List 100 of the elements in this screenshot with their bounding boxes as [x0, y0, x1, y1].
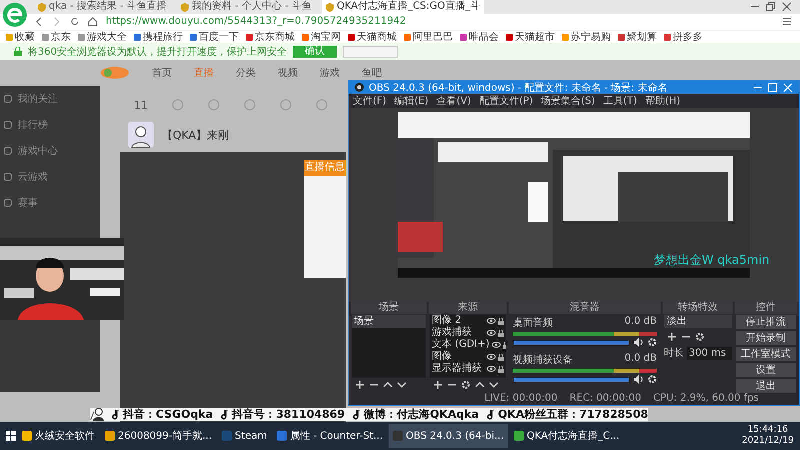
menu-item[interactable]: 帮助(H): [645, 94, 681, 108]
outline-icon: [4, 173, 12, 181]
bookmark-link[interactable]: 天猫超市: [506, 30, 555, 44]
address-field[interactable]: https://www.douyu.com/5544313?_r=0.7905724935211942: [106, 15, 774, 29]
status-text: CPU: 2.9%, 60.00 fps: [653, 393, 759, 404]
note-icon: [487, 410, 496, 420]
lock-icon: [498, 354, 504, 360]
menu-item[interactable]: 场景集合(S): [541, 94, 596, 108]
taskbar-item[interactable]: 火绒安全软件: [18, 424, 99, 448]
browser-tab[interactable]: qka - 搜索结果 - 斗鱼直播: [34, 0, 172, 14]
speaker-icon: [634, 375, 644, 384]
source-item[interactable]: 图像 2: [430, 315, 506, 327]
lock-icon: [498, 318, 504, 324]
settings-icon: [648, 338, 657, 347]
bookmark-link[interactable]: 淘宝网: [302, 30, 341, 44]
bookmark-link[interactable]: 天猫商城: [348, 30, 397, 44]
menu-item[interactable]: 查看(V): [436, 94, 472, 108]
duration-label: 时长: [664, 346, 684, 360]
bookmark-link[interactable]: 苏宁易购: [562, 30, 611, 44]
status-text: LIVE: 00:00:00: [484, 393, 558, 404]
window-title: OBS 24.0.3 (64-bit, windows) - 配置文件: 未命名 - 场景: 未命名: [369, 82, 668, 94]
up-icon[interactable]: [475, 380, 485, 390]
outline-icon: [4, 95, 12, 103]
source-item[interactable]: 游戏捕获: [430, 327, 506, 339]
clock-time: 15:44:16: [748, 425, 788, 436]
source-item[interactable]: 显示器捕获: [430, 363, 506, 375]
browser-tab[interactable]: QKA付志海直播_CS:GO直播_斗: [322, 0, 484, 14]
outline-icon: [4, 121, 12, 129]
nav-link[interactable]: 游戏: [320, 66, 340, 80]
maximize-icon: [768, 82, 778, 92]
add-icon[interactable]: [667, 332, 677, 342]
taskbar-item[interactable]: Steam: [218, 424, 272, 448]
forward-icon: [52, 17, 62, 27]
menu-item[interactable]: 文件(F): [353, 94, 387, 108]
bookmark-link[interactable]: 拼多多: [664, 30, 703, 44]
avatar-icon: [128, 122, 154, 148]
channel-name: 视频捕获设备: [513, 354, 574, 367]
add-icon[interactable]: [355, 380, 365, 390]
obs-logo: [355, 83, 364, 92]
back-icon: [34, 17, 44, 27]
control-button[interactable]: 退出: [736, 379, 796, 393]
bookmark-link[interactable]: 阿里巴巴: [404, 30, 453, 44]
nav-link[interactable]: 视频: [278, 66, 298, 80]
dialog-title: 直播信息: [304, 160, 346, 176]
down-icon[interactable]: [489, 380, 499, 390]
count-text: 11: [134, 98, 148, 112]
browser-tab[interactable]: 我的资料 - 个人中心 - 斗鱼: [177, 0, 316, 14]
menu-item[interactable]: 编辑(E): [394, 94, 429, 108]
eye-icon: [492, 342, 501, 348]
control-button[interactable]: 工作室模式: [736, 347, 796, 361]
eye-icon: [487, 318, 496, 324]
bookmark-link[interactable]: 收藏: [6, 30, 35, 44]
bookmark-link[interactable]: 聚划算: [618, 30, 657, 44]
home-icon: [88, 17, 98, 27]
channel-reading: 0.0 dB: [624, 316, 657, 329]
bookmark-link[interactable]: 唯品会: [460, 30, 499, 44]
control-button[interactable]: 开始录制: [736, 331, 796, 345]
source-item[interactable]: 文本 (GDI+): [430, 339, 506, 351]
nav-link[interactable]: 分类: [236, 66, 256, 80]
add-icon[interactable]: [433, 380, 443, 390]
control-button[interactable]: 停止推流: [736, 315, 796, 329]
close-icon: [782, 2, 792, 12]
scene-item[interactable]: 场景: [352, 315, 426, 328]
up-icon[interactable]: [383, 380, 393, 390]
dock-title: 转场特效: [663, 302, 733, 314]
close-icon: [783, 82, 793, 92]
settings-icon[interactable]: [695, 332, 705, 342]
taskbar-item[interactable]: 26008099-简手就...: [101, 424, 216, 448]
control-button[interactable]: 设置: [736, 363, 796, 377]
bookmark-link[interactable]: 游戏大全: [78, 30, 127, 44]
settings-icon: [648, 375, 657, 384]
eye-icon: [487, 366, 496, 372]
lock-icon: [498, 330, 504, 336]
eye-icon: [487, 354, 496, 360]
nav-link[interactable]: 鱼吧: [362, 66, 382, 80]
dock-title: 场景: [351, 302, 427, 314]
speaker-icon: [634, 338, 644, 347]
bookmark-link[interactable]: 京东商城: [246, 30, 295, 44]
dock-title: 来源: [429, 302, 507, 314]
bookmark-link[interactable]: 京东: [42, 30, 71, 44]
settings-icon[interactable]: [461, 380, 471, 390]
menu-item[interactable]: 工具(T): [603, 94, 638, 108]
duration-field[interactable]: 300 ms: [687, 346, 732, 360]
overlay-caption: 抖音号：381104869: [232, 408, 346, 421]
menu-item[interactable]: 配置文件(P): [479, 94, 534, 108]
nav-link[interactable]: 首页: [152, 66, 172, 80]
channel-reading: 0.0 dB: [624, 353, 657, 366]
down-icon[interactable]: [397, 380, 407, 390]
taskbar-item[interactable]: QKA付志海直播_C...: [510, 424, 624, 448]
taskbar-item[interactable]: 属性 - Counter-St...: [273, 424, 388, 448]
bookmark-link[interactable]: 百度一下: [190, 30, 239, 44]
bookmark-link[interactable]: 携程旅行: [134, 30, 183, 44]
taskbar-item[interactable]: OBS 24.0.3 (64-bi...: [389, 424, 508, 448]
transition-dropdown[interactable]: 淡出: [664, 315, 732, 328]
source-item[interactable]: 图像: [430, 351, 506, 363]
streamer-name: 【QKA】来刚: [162, 128, 230, 142]
overlay-caption: QKA粉丝五群：717828508: [498, 408, 648, 421]
channel-name: 桌面音频: [513, 316, 554, 330]
site-logo: [100, 66, 130, 80]
note-icon: [221, 410, 230, 420]
